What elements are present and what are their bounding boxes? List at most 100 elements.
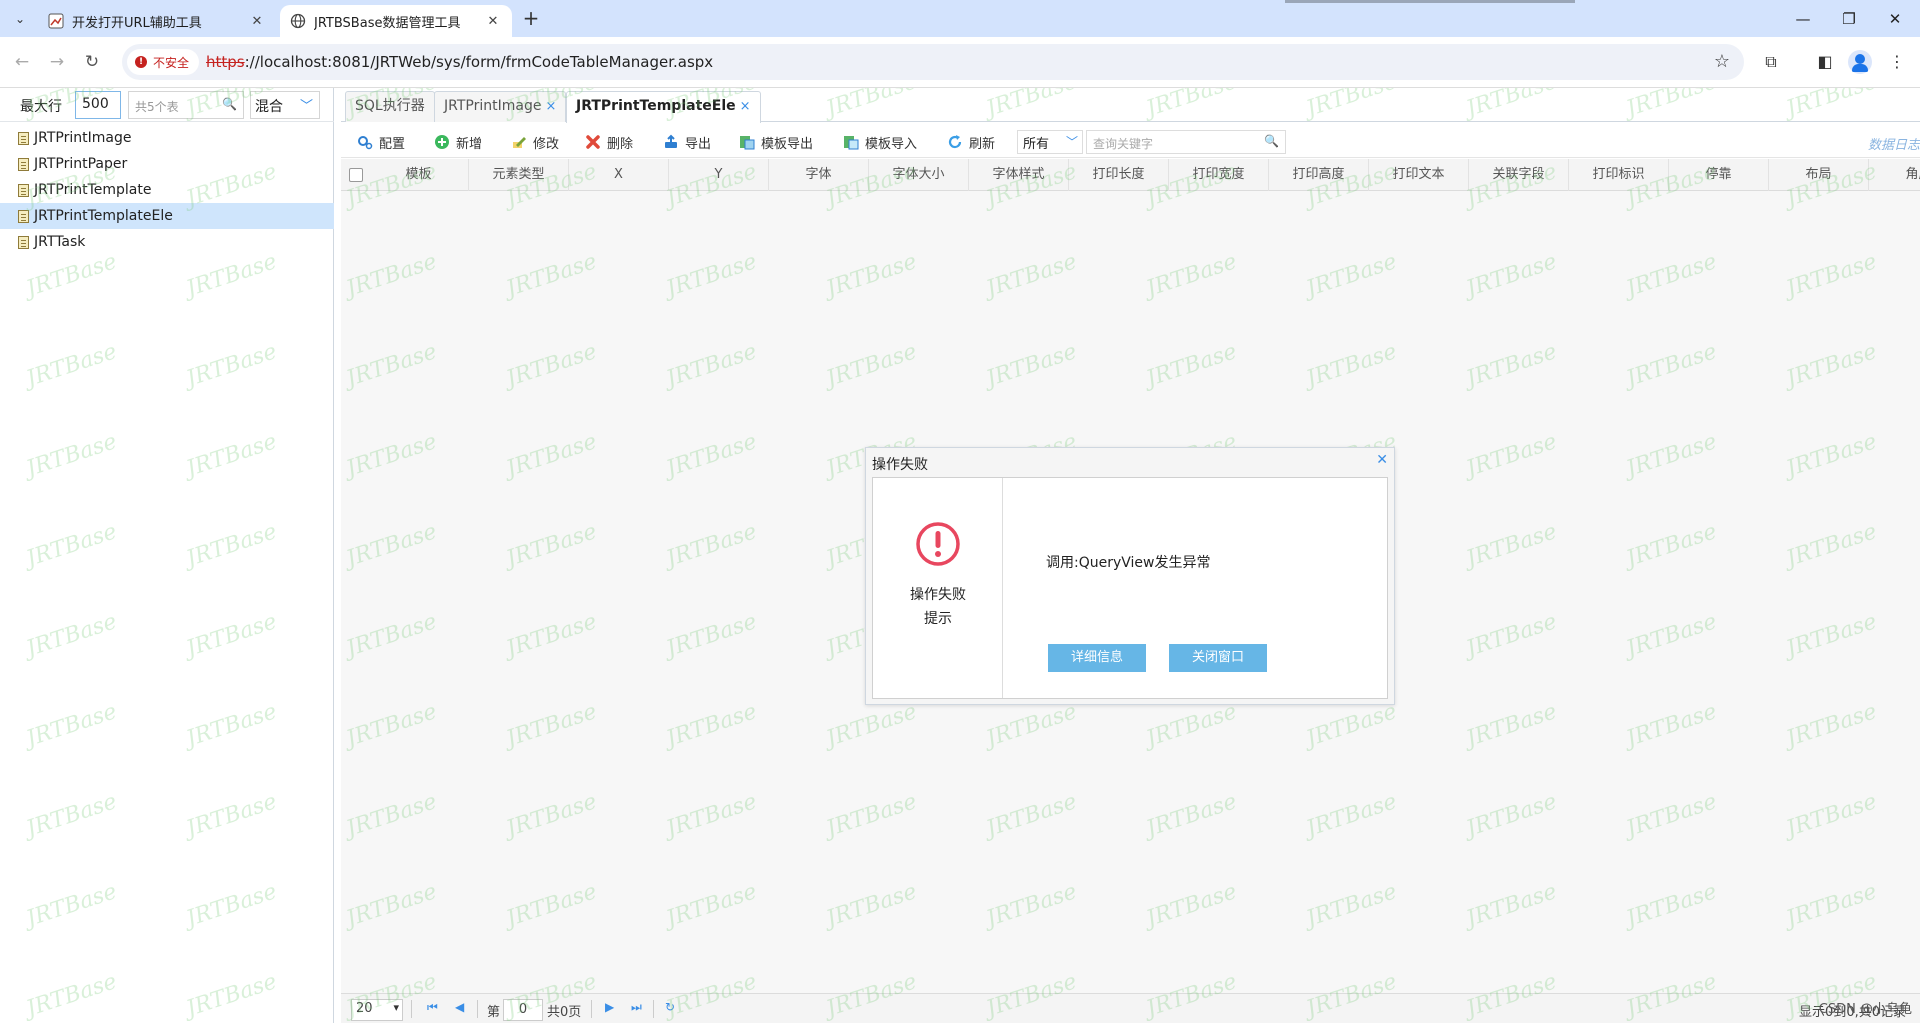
page-size-select[interactable]: 20 ▾ xyxy=(351,999,403,1021)
table-item-label: JRTPrintImage xyxy=(34,130,132,146)
table-item-jrtprinttemplate[interactable]: JRTPrintTemplate xyxy=(0,177,334,203)
search-icon[interactable]: 🔍 xyxy=(1264,134,1279,148)
dialog-caption-line1: 操作失败 xyxy=(910,587,966,603)
template-export-button[interactable]: 模板导出 xyxy=(739,131,813,153)
next-page-icon[interactable]: ▶ xyxy=(605,1000,614,1014)
page-number-input[interactable]: 0 xyxy=(503,999,543,1021)
close-tab-icon[interactable]: × xyxy=(740,99,751,114)
button-label: 模板导入 xyxy=(865,136,918,152)
column-header[interactable]: 打印长度 xyxy=(1069,159,1169,191)
detail-info-button[interactable]: 详细信息 xyxy=(1048,644,1146,672)
chevron-down-icon: ﹀ xyxy=(299,99,313,114)
dialog-close-icon[interactable]: ✕ xyxy=(1376,452,1388,468)
reload-icon[interactable]: ↻ xyxy=(80,50,104,74)
globe-icon xyxy=(290,13,306,29)
content-tabs: SQL执行器 JRTPrintImage × JRTPrintTemplateEl… xyxy=(341,88,1920,123)
table-item-label: JRTPrintTemplate xyxy=(34,182,152,198)
back-arrow-icon[interactable]: ← xyxy=(10,50,34,74)
column-header[interactable]: 打印高度 xyxy=(1269,159,1369,191)
table-search-placeholder: 共5个表 xyxy=(135,100,179,114)
delete-button[interactable]: 删除 xyxy=(585,131,633,153)
column-header[interactable]: X xyxy=(569,159,669,191)
minimize-icon[interactable]: — xyxy=(1780,6,1826,32)
table-item-jrtprintpaper[interactable]: JRTPrintPaper xyxy=(0,151,334,177)
add-button[interactable]: 新增 xyxy=(434,131,482,153)
close-window-button[interactable]: 关闭窗口 xyxy=(1169,644,1267,672)
browser-tab-url-helper[interactable]: 开发打开URL辅助工具 ✕ xyxy=(38,5,276,37)
close-window-icon[interactable]: ✕ xyxy=(1872,6,1918,32)
last-page-icon[interactable]: ⏭ xyxy=(631,1000,642,1015)
table-item-label: JRTPrintPaper xyxy=(34,156,128,172)
pager-divider xyxy=(591,1000,592,1018)
chevron-down-icon: ▾ xyxy=(393,1001,399,1014)
column-header[interactable]: Y xyxy=(669,159,769,191)
pager-divider xyxy=(653,1000,654,1018)
close-tab-icon[interactable]: ✕ xyxy=(484,14,502,29)
column-header[interactable]: 角度 xyxy=(1869,159,1920,191)
extensions-icon[interactable]: ⧉ xyxy=(1758,49,1784,75)
select-all-checkbox[interactable] xyxy=(349,168,363,182)
tab-sql-runner[interactable]: SQL执行器 xyxy=(345,91,435,122)
browser-tab-title: 开发打开URL辅助工具 xyxy=(72,15,202,31)
column-header[interactable]: 字体样式 xyxy=(969,159,1069,191)
side-panel-icon[interactable]: ◧ xyxy=(1812,49,1838,75)
button-label: 配置 xyxy=(379,136,406,152)
table-item-jrtprintimage[interactable]: JRTPrintImage xyxy=(0,125,334,151)
tab-jrtprintimage[interactable]: JRTPrintImage × xyxy=(434,91,567,122)
bookmark-star-icon[interactable]: ☆ xyxy=(1714,51,1730,72)
close-tab-icon[interactable]: ✕ xyxy=(248,14,266,29)
column-header[interactable]: 关联字段 xyxy=(1469,159,1569,191)
page-size-value: 20 xyxy=(356,1001,373,1016)
tab-search-icon[interactable]: ⌄ xyxy=(8,7,32,31)
refresh-icon xyxy=(947,134,963,150)
column-header[interactable]: 停靠 xyxy=(1669,159,1769,191)
tab-jrtprinttemplateele[interactable]: JRTPrintTemplateEle × xyxy=(566,91,761,123)
column-header[interactable]: 打印文本 xyxy=(1369,159,1469,191)
mode-value: 混合 xyxy=(255,99,283,115)
column-header[interactable]: 模板 xyxy=(369,159,469,191)
address-bar[interactable]: ! 不安全 https://localhost:8081/JRTWeb/sys/… xyxy=(122,44,1744,80)
column-header[interactable]: 布局 xyxy=(1769,159,1869,191)
pager-refresh-icon[interactable]: ↻ xyxy=(665,1000,675,1014)
table-icon xyxy=(18,157,29,171)
new-tab-button[interactable]: + xyxy=(520,8,542,30)
column-header[interactable]: 打印标识 xyxy=(1569,159,1669,191)
table-item-jrttask[interactable]: JRTTask xyxy=(0,229,334,255)
mode-select[interactable]: 混合 ﹀ xyxy=(250,91,320,119)
edit-button[interactable]: 修改 xyxy=(511,131,559,153)
column-header[interactable]: 元素类型 xyxy=(469,159,569,191)
column-header[interactable]: 字体大小 xyxy=(869,159,969,191)
restore-icon[interactable]: ❐ xyxy=(1826,6,1872,32)
dialog-icon-pane: 操作失败 提示 xyxy=(873,478,1003,698)
keyword-search-input[interactable]: 查询关键字 🔍 xyxy=(1086,130,1286,154)
refresh-button[interactable]: 刷新 xyxy=(947,131,995,153)
browser-tab-jrtbsbase[interactable]: JRTBSBase数据管理工具 ✕ xyxy=(280,5,512,37)
template-import-button[interactable]: 模板导入 xyxy=(843,131,917,153)
overlay-shadow xyxy=(1285,0,1575,3)
column-header[interactable]: 打印宽度 xyxy=(1169,159,1269,191)
config-button[interactable]: 配置 xyxy=(357,131,405,153)
search-icon[interactable]: 🔍 xyxy=(222,97,237,111)
data-log-link[interactable]: 数据日志 xyxy=(1868,134,1920,153)
filter-value: 所有 xyxy=(1023,137,1050,152)
profile-avatar-icon[interactable] xyxy=(1848,50,1872,74)
table-list-panel: 最大行 500 共5个表 🔍 混合 ﹀ JRTPrintImage JRTPri… xyxy=(0,88,334,1023)
forward-arrow-icon[interactable]: → xyxy=(45,50,69,74)
filter-select[interactable]: 所有 ﹀ xyxy=(1017,130,1083,154)
column-header[interactable]: 字体 xyxy=(769,159,869,191)
first-page-icon[interactable]: ⏮ xyxy=(427,1000,438,1015)
table-tree: JRTPrintImage JRTPrintPaper JRTPrintTemp… xyxy=(0,125,334,255)
prev-page-icon[interactable]: ◀ xyxy=(455,1000,464,1014)
grid-toolbar: 配置 新增 修改 删除 导出 模板导出 模板导入 刷新 所有 ﹀ 查询关键字 🔍 数… xyxy=(341,124,1920,158)
table-search-input[interactable]: 共5个表 🔍 xyxy=(128,91,244,119)
error-dialog: 操作失败 ✕ 操作失败 提示 调用:QueryView发生异常 详细信息 关闭窗… xyxy=(865,447,1395,705)
table-item-jrtprinttemplateele[interactable]: JRTPrintTemplateEle xyxy=(0,203,334,229)
max-rows-input[interactable]: 500 xyxy=(75,91,121,119)
export-button[interactable]: 导出 xyxy=(663,131,711,153)
close-tab-icon[interactable]: × xyxy=(545,99,556,114)
security-chip[interactable]: ! 不安全 xyxy=(127,49,200,75)
pager-divider xyxy=(477,1000,478,1018)
more-menu-icon[interactable]: ⋮ xyxy=(1884,49,1910,75)
pager: 20 ▾ ⏮ ◀ 第 0 共0页 ▶ ⏭ ↻ 显示0到0,共0记录 xyxy=(341,993,1920,1023)
table-list-header: 最大行 500 共5个表 🔍 混合 ﹀ xyxy=(0,88,334,122)
